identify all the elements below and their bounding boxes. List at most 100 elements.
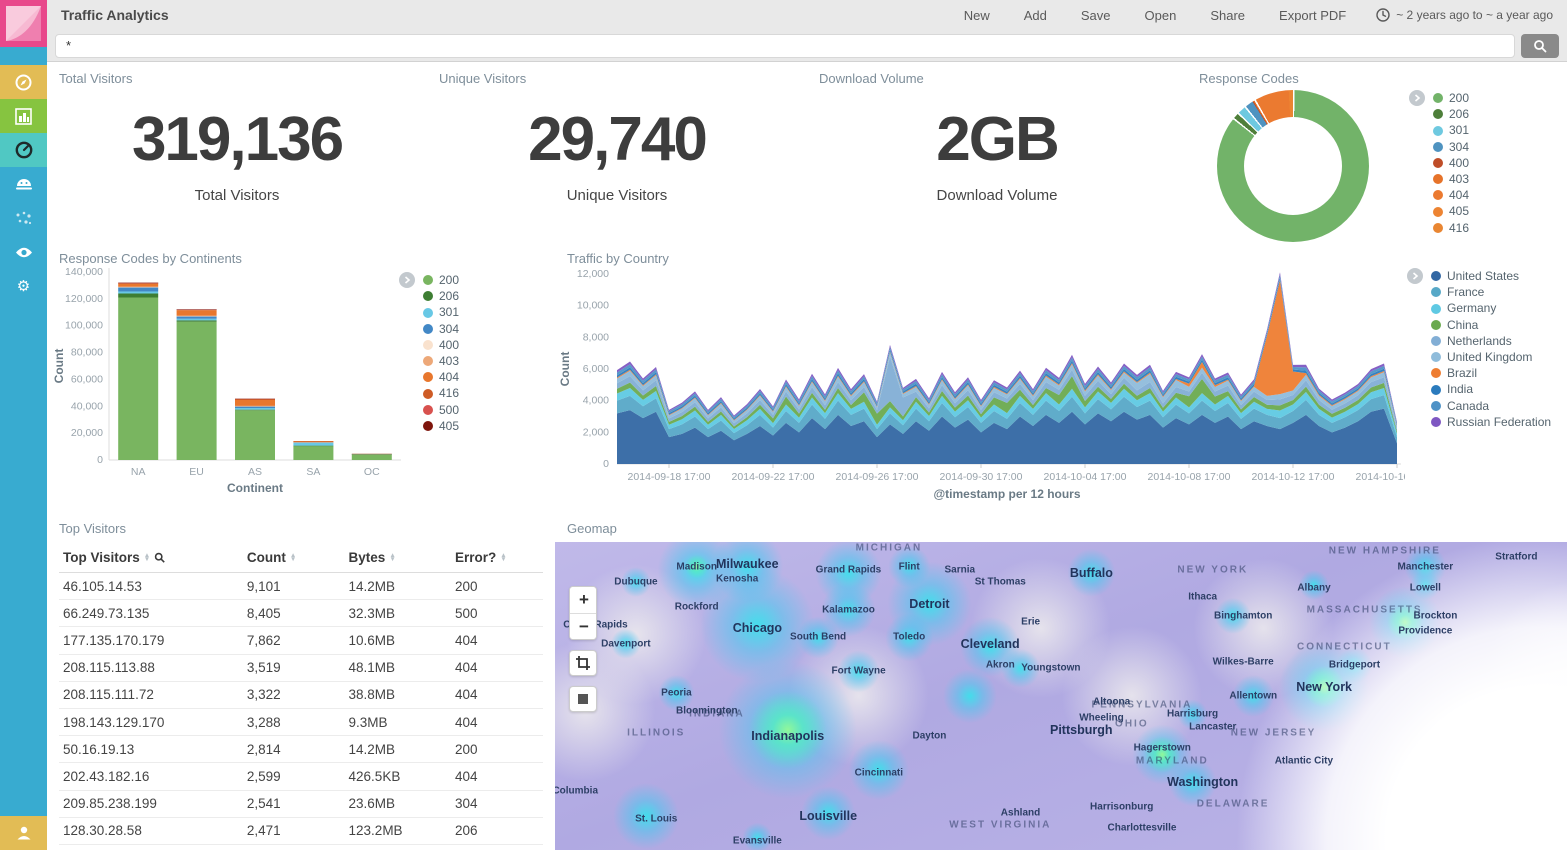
svg-text:140,000: 140,000 <box>65 266 103 278</box>
legend-item[interactable]: 404 <box>423 369 459 385</box>
legend-item[interactable]: 301 <box>423 304 459 320</box>
svg-text:EU: EU <box>189 466 204 478</box>
legend-color-dot <box>1433 141 1443 152</box>
response-codes-donut-chart[interactable] <box>1217 90 1369 242</box>
map-city-label: Manchester <box>1397 561 1454 573</box>
sidebar-item-discover[interactable] <box>0 65 47 99</box>
eye-icon <box>15 247 32 257</box>
legend-toggle-icon[interactable] <box>1407 268 1423 284</box>
legend-item[interactable]: 416 <box>423 385 459 401</box>
legend-item[interactable]: 500 <box>423 402 459 418</box>
legend-color-dot <box>1431 384 1441 395</box>
legend-item[interactable]: 206 <box>1433 106 1469 122</box>
legend-item[interactable]: 405 <box>423 418 459 434</box>
legend-color-dot <box>1433 174 1443 185</box>
legend-item[interactable]: Netherlands <box>1431 333 1551 349</box>
map-fit-button[interactable] <box>569 686 597 712</box>
search-button[interactable] <box>1521 33 1559 58</box>
table-row[interactable]: 66.249.73.135 8,405 32.3MB 500 <box>59 600 543 628</box>
table-row[interactable]: 50.16.19.13 2,814 14.2MB 200 <box>59 736 543 764</box>
table-row[interactable]: 128.30.28.58 2,471 123.2MB 206 <box>59 818 543 845</box>
legend-label: 301 <box>439 305 460 320</box>
legend-item[interactable]: 403 <box>1433 171 1469 187</box>
map-zoom-out-button[interactable]: − <box>570 613 596 639</box>
kibana-logo[interactable] <box>0 0 47 47</box>
legend-item[interactable]: Brazil <box>1431 365 1551 381</box>
table-row[interactable]: 208.115.113.88 3,519 48.1MB 404 <box>59 655 543 682</box>
legend-item[interactable]: 304 <box>423 321 459 337</box>
legend-item[interactable]: Russian Federation <box>1431 414 1551 430</box>
timelion-icon <box>15 179 32 190</box>
legend-item[interactable]: 400 <box>1433 155 1469 171</box>
legend-item[interactable]: India <box>1431 381 1551 397</box>
column-header-bytes[interactable]: Bytes ▲ ▼ <box>344 544 451 573</box>
legend-item[interactable]: United States <box>1431 268 1551 284</box>
legend-label: France <box>1447 285 1485 300</box>
sidebar-item-user[interactable] <box>0 816 47 850</box>
table-row[interactable]: 209.85.238.199 2,541 23.6MB 304 <box>59 791 543 818</box>
sidebar-item-graph[interactable] <box>0 201 47 235</box>
legend-item[interactable]: 206 <box>423 288 459 304</box>
time-picker[interactable]: ~ 2 years ago to ~ a year ago <box>1376 8 1553 22</box>
sidebar-item-timelion[interactable] <box>0 167 47 201</box>
legend-color-dot <box>1433 222 1443 233</box>
nav-share[interactable]: Share <box>1210 8 1245 23</box>
legend-color-dot <box>1433 109 1443 120</box>
legend-color-dot <box>423 372 433 383</box>
legend-item[interactable]: 400 <box>423 337 459 353</box>
legend-item[interactable]: United Kingdom <box>1431 349 1551 365</box>
nav-add[interactable]: Add <box>1024 8 1047 23</box>
map-zoom-in-button[interactable]: + <box>570 587 596 613</box>
query-input[interactable] <box>55 33 1515 58</box>
legend-item[interactable]: 301 <box>1433 122 1469 138</box>
map-city-label: Kenosha <box>716 573 759 585</box>
nav-new[interactable]: New <box>964 8 990 23</box>
map-city-label: Providence <box>1398 625 1453 637</box>
sidebar-item-settings[interactable]: ⚙ <box>0 269 47 303</box>
legend-item[interactable]: 200 <box>1433 90 1469 106</box>
table-row[interactable]: 202.43.182.16 2,599 426.5KB 404 <box>59 763 543 791</box>
map-crop-button[interactable] <box>569 650 597 676</box>
legend-item[interactable]: 404 <box>1433 187 1469 203</box>
table-row[interactable]: 198.143.129.170 3,288 9.3MB 404 <box>59 709 543 737</box>
legend-item[interactable]: 416 <box>1433 220 1469 236</box>
map-city-label: Madison <box>676 561 717 573</box>
column-header-label: Top Visitors <box>63 550 140 565</box>
legend-item[interactable]: China <box>1431 317 1551 333</box>
sidebar-item-dashboard[interactable] <box>0 133 47 167</box>
legend-item[interactable]: 403 <box>423 353 459 369</box>
continents-bar-chart[interactable]: 0 20,000 40,000 60,000 80,000 100,000 120,000 1… <box>51 264 411 496</box>
map-city-label: Peoria <box>661 687 692 699</box>
legend-item[interactable]: Canada <box>1431 398 1551 414</box>
map-city-label: Louisville <box>799 809 858 824</box>
legend-item[interactable]: Germany <box>1431 300 1551 316</box>
table-row[interactable]: 46.105.14.53 9,101 14.2MB 200 <box>59 573 543 601</box>
table-cell: 10.6MB <box>344 627 451 655</box>
legend-toggle-icon[interactable] <box>399 272 415 288</box>
legend-color-dot <box>423 404 433 415</box>
legend-item[interactable]: France <box>1431 284 1551 300</box>
legend-item[interactable]: 304 <box>1433 139 1469 155</box>
legend-item[interactable]: 405 <box>1433 203 1469 219</box>
crop-icon <box>576 656 590 670</box>
panel-title: Geomap <box>567 521 617 536</box>
top-visitors-table: Top Visitors ▲ ▼ Count ▲ ▼ Bytes ▲ ▼ Error? ▲ ▼ 46.… <box>59 544 543 845</box>
column-header-topvisitors[interactable]: Top Visitors ▲ ▼ <box>59 544 243 573</box>
traffic-area-chart[interactable]: 0 2,000 4,000 6,000 8,000 10,000 12,000 2014-09… <box>555 264 1405 510</box>
app-sidebar: ⚙ <box>0 0 47 850</box>
table-cell: 2,541 <box>242 791 345 818</box>
sidebar-item-visualize[interactable] <box>0 99 47 133</box>
table-row[interactable]: 177.135.170.179 7,862 10.6MB 404 <box>59 627 543 655</box>
geomap-canvas[interactable]: + − MICHIGAN ILLINOIS INDIANA OHIO PENNS… <box>555 542 1567 850</box>
legend-toggle-icon[interactable] <box>1409 90 1425 106</box>
nav-export-pdf[interactable]: Export PDF <box>1279 8 1346 23</box>
column-header-error[interactable]: Error? ▲ ▼ <box>451 544 543 573</box>
nav-open[interactable]: Open <box>1145 8 1177 23</box>
sidebar-item-monitoring[interactable] <box>0 235 47 269</box>
nav-save[interactable]: Save <box>1081 8 1111 23</box>
table-cell: 38.8MB <box>344 682 451 709</box>
column-header-count[interactable]: Count ▲ ▼ <box>242 544 345 573</box>
table-row[interactable]: 208.115.111.72 3,322 38.8MB 404 <box>59 682 543 709</box>
legend-item[interactable]: 200 <box>423 272 459 288</box>
legend-color-dot <box>1433 206 1443 217</box>
